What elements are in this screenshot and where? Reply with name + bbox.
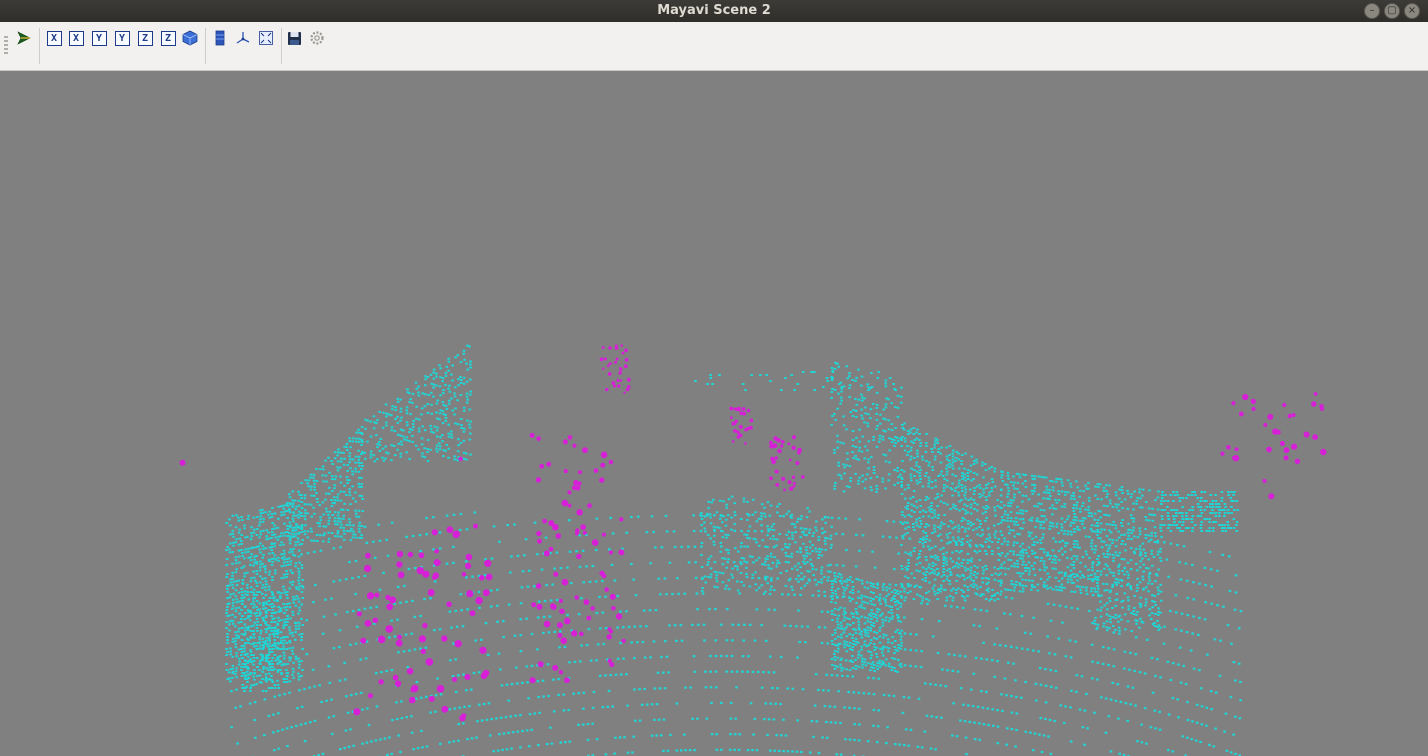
save-icon[interactable]: [284, 28, 304, 48]
view-y-negative-icon[interactable]: Y: [112, 28, 132, 48]
mayavi-pipeline-icon[interactable]: [14, 28, 34, 48]
toolbar-separator: [205, 28, 206, 64]
view-x-negative-icon[interactable]: X: [66, 28, 86, 48]
3d-scene-viewport[interactable]: [0, 71, 1428, 756]
point-cloud-ground: [225, 344, 1243, 756]
view-x-positive-icon[interactable]: X: [44, 28, 64, 48]
toolbar-separator: [281, 28, 282, 64]
window-controls: – ▢ ×: [1364, 3, 1420, 19]
full-screen-icon[interactable]: [256, 28, 276, 48]
window-title: Mayavi Scene 2: [657, 3, 771, 18]
show-axes-icon[interactable]: [233, 28, 253, 48]
minimize-button[interactable]: –: [1364, 3, 1380, 19]
view-z-positive-label: Z: [137, 30, 153, 46]
view-x-positive-label: X: [46, 30, 62, 46]
configure-scene-icon[interactable]: [307, 28, 327, 48]
maximize-button[interactable]: ▢: [1384, 3, 1400, 19]
view-y-positive-icon[interactable]: Y: [89, 28, 109, 48]
point-cloud-render[interactable]: [0, 71, 1428, 756]
view-z-negative-label: Z: [160, 30, 176, 46]
scene-toolbar: X X Y Y Z Z: [0, 22, 1428, 71]
toolbar-grip[interactable]: [4, 36, 8, 56]
window-titlebar: Mayavi Scene 2 – ▢ ×: [0, 0, 1428, 22]
close-button[interactable]: ×: [1404, 3, 1420, 19]
view-z-positive-icon[interactable]: Z: [135, 28, 155, 48]
view-y-positive-label: Y: [91, 30, 107, 46]
isometric-view-icon[interactable]: [180, 28, 200, 48]
parallel-projection-icon[interactable]: [210, 28, 230, 48]
view-z-negative-icon[interactable]: Z: [158, 28, 178, 48]
view-y-negative-label: Y: [114, 30, 130, 46]
view-x-negative-label: X: [68, 30, 84, 46]
toolbar-separator: [39, 28, 40, 64]
